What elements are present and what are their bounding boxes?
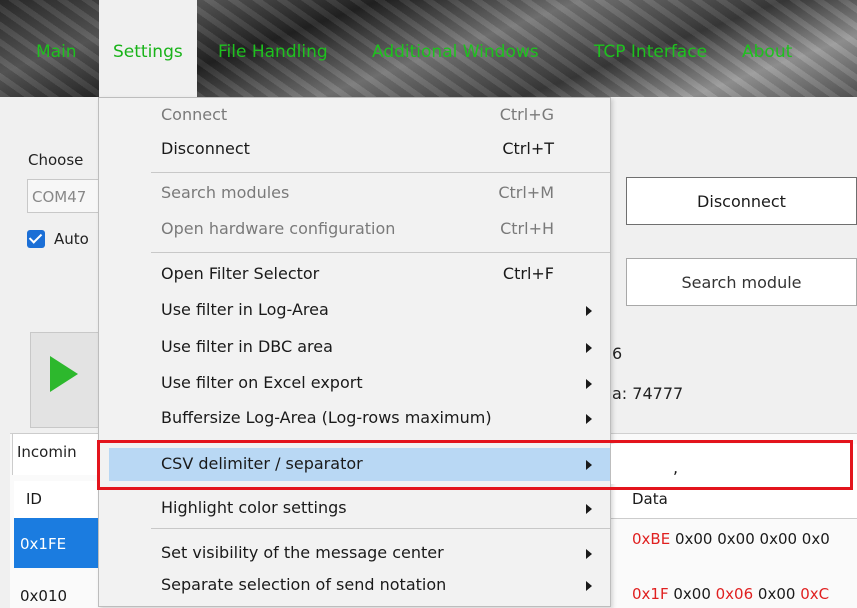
menu-item-shortcut: Ctrl+G [499, 105, 554, 124]
row-data: 0xBE 0x00 0x00 0x00 0x0 [632, 530, 830, 548]
disconnect-button[interactable]: Disconnect [626, 177, 857, 225]
menu-separator [151, 528, 610, 529]
menu-item-disconnect[interactable]: Disconnect Ctrl+T [99, 134, 610, 164]
menu-item-label: Use filter in DBC area [161, 337, 333, 356]
menu-item-highlight-color-settings[interactable]: Highlight color settings [99, 493, 610, 523]
count-value: 6 [612, 344, 623, 363]
column-header-id[interactable]: ID [26, 490, 42, 508]
column-header-data[interactable]: Data [632, 490, 668, 508]
menu-item-shortcut: Ctrl+T [502, 139, 554, 158]
menu-item-search-modules[interactable]: Search modules Ctrl+M [99, 178, 610, 208]
menu-item-shortcut: Ctrl+H [500, 219, 554, 238]
search-module-button-label: Search module [681, 272, 802, 292]
menu-item-use-filter-log-area[interactable]: Use filter in Log-Area [99, 295, 610, 325]
choose-label: Choose [28, 151, 84, 169]
submenu-arrow-icon [586, 504, 592, 514]
menu-item-label: Buffersize Log-Area (Log-rows maximum) [161, 408, 492, 427]
row-id: 0x010 [20, 587, 68, 605]
submenu-arrow-icon [586, 306, 592, 316]
submenu-arrow-icon [586, 549, 592, 559]
disconnect-button-label: Disconnect [697, 191, 786, 211]
port-value: COM47 [32, 188, 87, 206]
menu-item-label: Separate selection of send notation [161, 575, 447, 594]
row-data-highlight: 0xBE [632, 530, 671, 548]
menu-separator [151, 252, 610, 253]
search-module-button[interactable]: Search module [626, 258, 857, 306]
menu-item-use-filter-excel-export[interactable]: Use filter on Excel export [99, 368, 610, 398]
row-data-highlight: 0x1F [632, 585, 669, 603]
tab-incoming-label: Incomin [17, 443, 77, 461]
row-data: 0x1F 0x00 0x06 0x00 0xC [632, 585, 829, 603]
menu-item-label: Use filter in Log-Area [161, 300, 329, 319]
menu-item-shortcut: Ctrl+F [502, 264, 554, 283]
menu-item-open-hardware-configuration[interactable]: Open hardware configuration Ctrl+H [99, 214, 610, 244]
menu-item-label: Connect [161, 105, 228, 124]
play-icon [50, 356, 78, 392]
nav-settings[interactable]: Settings [99, 0, 197, 97]
nav-additional-windows[interactable]: Additional Windows [372, 42, 539, 64]
submenu-arrow-icon [586, 414, 592, 424]
auto-checkbox[interactable] [27, 230, 45, 248]
menu-item-shortcut: Ctrl+M [498, 183, 554, 202]
submenu-arrow-icon [586, 379, 592, 389]
submenu-arrow-icon [586, 343, 592, 353]
annotation-highlight-box [97, 440, 853, 490]
menu-item-label: Search modules [161, 183, 290, 202]
row-data-highlight: 0x06 [715, 585, 754, 603]
nav-about[interactable]: About [742, 42, 792, 64]
menu-item-label: Open Filter Selector [161, 264, 320, 283]
row-data-rest: 0x00 [753, 585, 801, 603]
submenu-arrow-icon [586, 581, 592, 591]
menu-item-open-filter-selector[interactable]: Open Filter Selector Ctrl+F [99, 259, 610, 289]
row-data-rest: 0x00 0x00 0x00 0x0 [670, 530, 830, 548]
settings-menu: Connect Ctrl+G Disconnect Ctrl+T Search mo… [98, 97, 611, 607]
auto-label: Auto [54, 230, 89, 248]
menu-item-use-filter-dbc-area[interactable]: Use filter in DBC area [99, 332, 610, 362]
nav-tcp-interface[interactable]: TCP Interface [594, 42, 707, 64]
row-id: 0x1FE [20, 535, 67, 553]
menu-item-send-notation-selection[interactable]: Separate selection of send notation [99, 570, 610, 600]
row-data-rest: 0x00 [668, 585, 716, 603]
nav-file-handling[interactable]: File Handling [218, 42, 328, 64]
data-count-value: a: 74777 [612, 384, 684, 403]
menu-separator [151, 172, 610, 173]
menu-item-label: Disconnect [161, 139, 250, 158]
menu-item-buffersize-log-area[interactable]: Buffersize Log-Area (Log-rows maximum) [99, 403, 610, 433]
menu-item-label: Use filter on Excel export [161, 373, 363, 392]
menu-item-label: Set visibility of the message center [161, 543, 444, 562]
menu-item-message-center-visibility[interactable]: Set visibility of the message center [99, 538, 610, 568]
row-data-highlight: 0xC [800, 585, 830, 603]
menu-item-label: Highlight color settings [161, 498, 347, 517]
menu-item-label: Open hardware configuration [161, 219, 396, 238]
menu-item-connect[interactable]: Connect Ctrl+G [99, 100, 610, 130]
nav-main[interactable]: Main [36, 42, 77, 64]
